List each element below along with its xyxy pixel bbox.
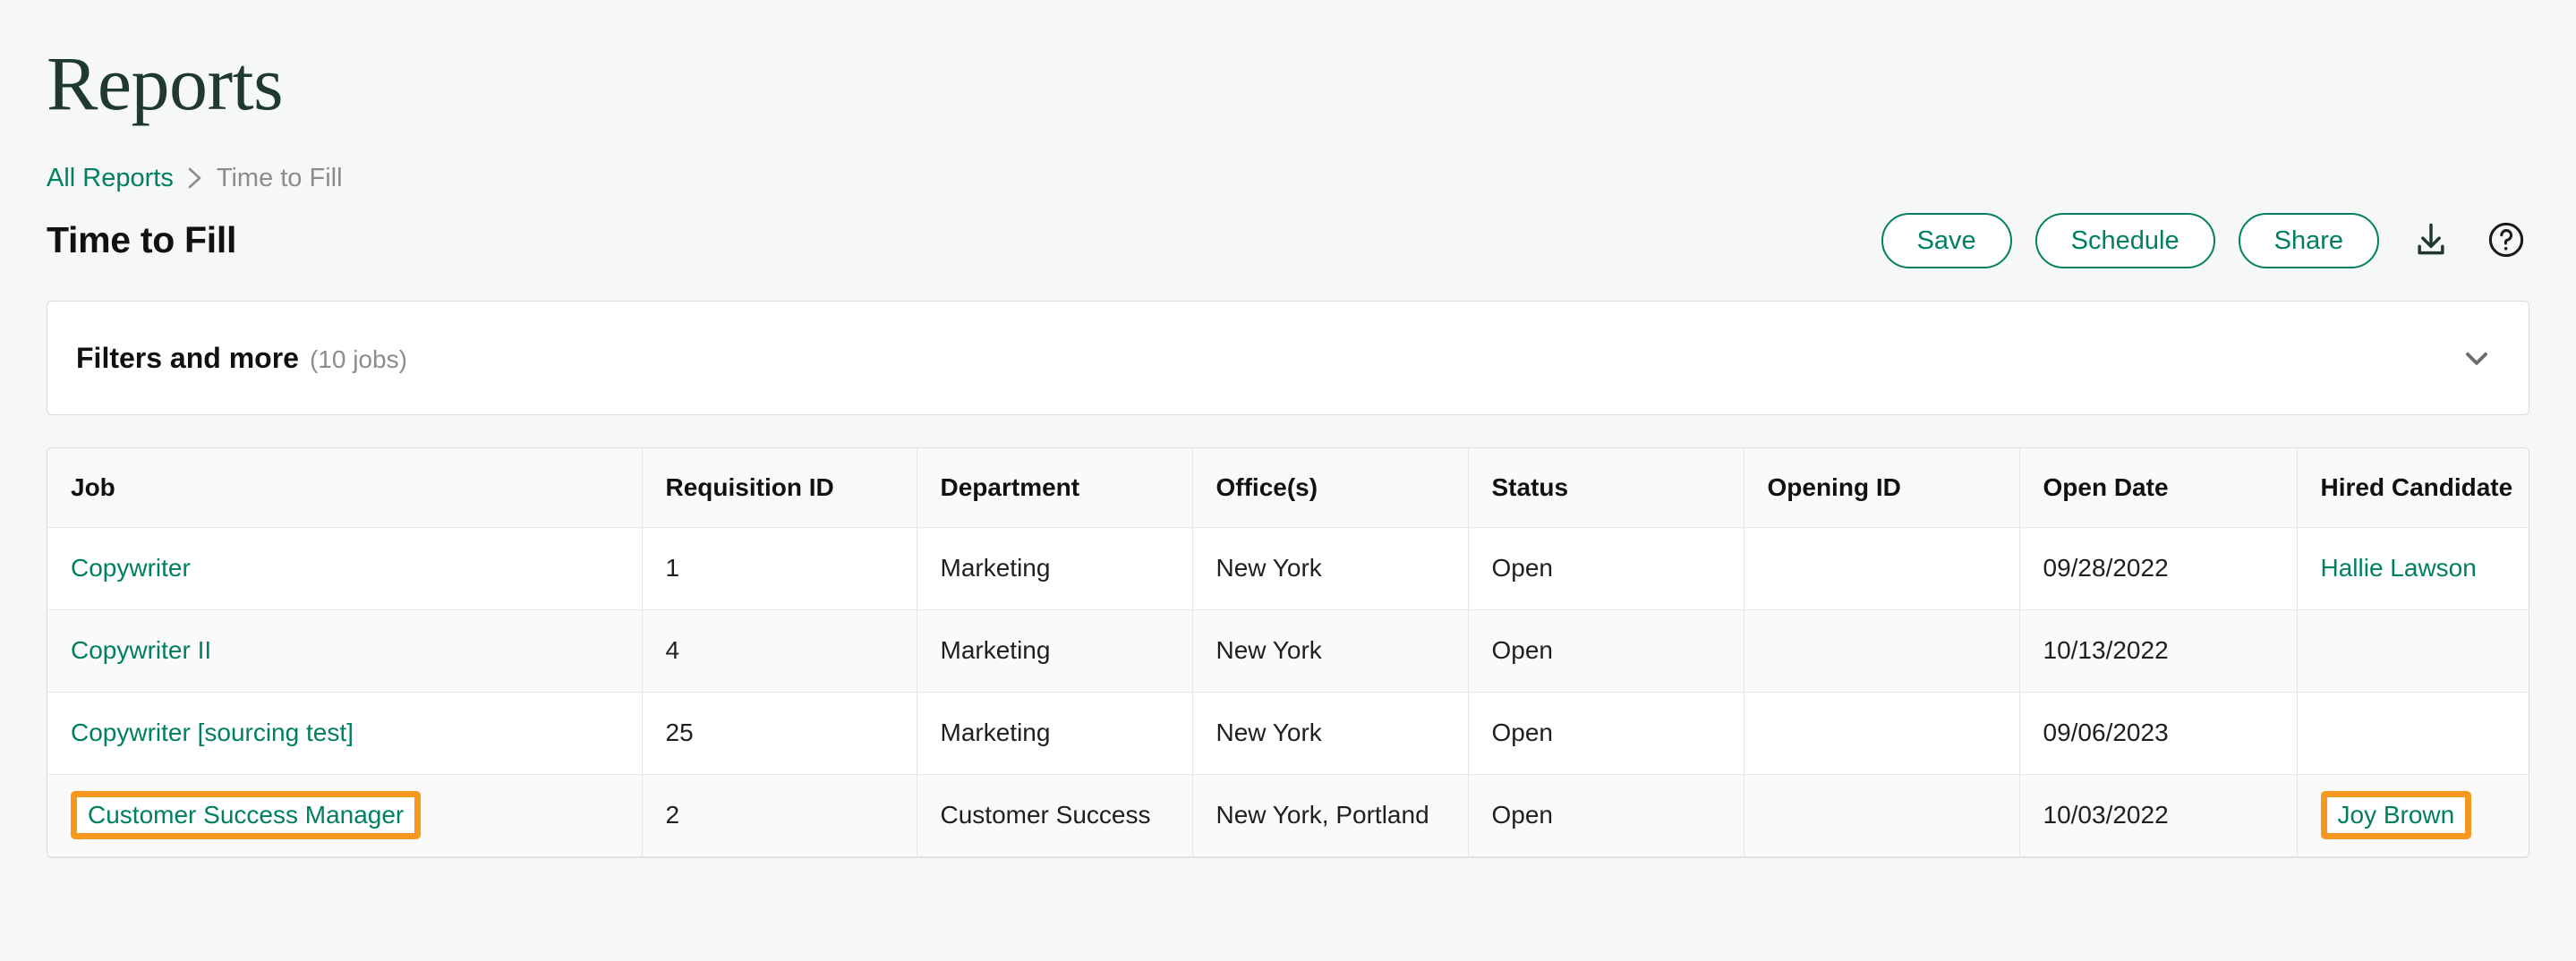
- report-title: Time to Fill: [47, 219, 237, 261]
- cell-status: Open: [1468, 527, 1744, 610]
- cell-status: Open: [1468, 774, 1744, 857]
- breadcrumb-current: Time to Fill: [216, 163, 343, 192]
- download-button[interactable]: [2408, 217, 2454, 264]
- job-link[interactable]: Copywriter [sourcing test]: [71, 719, 354, 746]
- save-button[interactable]: Save: [1881, 213, 2012, 268]
- column-header-requisition-id[interactable]: Requisition ID: [642, 448, 917, 528]
- reports-table-container: Job Requisition ID Department Office(s) …: [47, 447, 2529, 858]
- breadcrumb: All Reports Time to Fill: [47, 165, 2529, 191]
- cell-requisition-id: 2: [642, 774, 917, 857]
- cell-opening-id: [1744, 692, 2020, 775]
- cell-requisition-id: 25: [642, 692, 917, 775]
- hired-candidate-link[interactable]: Hallie Lawson: [2321, 554, 2477, 582]
- column-header-job[interactable]: Job: [47, 448, 643, 528]
- cell-opening-id: [1744, 527, 2020, 610]
- table-body: Copywriter 1 Marketing New York Open 09/…: [47, 527, 2529, 857]
- cell-job: Copywriter II: [47, 609, 643, 693]
- report-actions: Save Schedule Share: [1881, 213, 2529, 268]
- filters-job-count: (10 jobs): [309, 344, 407, 373]
- table-row: Copywriter II 4 Marketing New York Open …: [47, 609, 2529, 693]
- cell-opening-id: [1744, 609, 2020, 693]
- column-header-open-date[interactable]: Open Date: [2019, 448, 2298, 528]
- job-link[interactable]: Customer Success Manager: [88, 801, 404, 829]
- column-header-hired-candidate[interactable]: Hired Candidate: [2297, 448, 2529, 528]
- help-button[interactable]: [2483, 217, 2529, 264]
- cell-requisition-id: 1: [642, 527, 917, 610]
- cell-open-date: 09/06/2023: [2019, 692, 2298, 775]
- page-title: Reports: [47, 40, 284, 126]
- table-header-row: Job Requisition ID Department Office(s) …: [47, 448, 2529, 528]
- download-icon: [2411, 220, 2451, 262]
- reports-page: Reports All Reports Time to Fill Time to…: [0, 0, 2576, 961]
- table-row: Copywriter 1 Marketing New York Open 09/…: [47, 527, 2529, 610]
- cell-opening-id: [1744, 774, 2020, 857]
- cell-job: Customer Success Manager: [47, 774, 643, 857]
- cell-open-date: 10/13/2022: [2019, 609, 2298, 693]
- column-header-opening-id[interactable]: Opening ID: [1744, 448, 2020, 528]
- job-link[interactable]: Copywriter II: [71, 636, 211, 664]
- cell-open-date: 09/28/2022: [2019, 527, 2298, 610]
- filters-label: Filters and more: [76, 341, 299, 374]
- cell-department: Marketing: [917, 692, 1193, 775]
- breadcrumb-all-reports-link[interactable]: All Reports: [47, 165, 174, 191]
- column-header-offices[interactable]: Office(s): [1192, 448, 1469, 528]
- chevron-down-icon[interactable]: [2457, 338, 2496, 378]
- cell-requisition-id: 4: [642, 609, 917, 693]
- filters-panel-heading: Filters and more (10 jobs): [76, 342, 407, 375]
- cell-department: Marketing: [917, 609, 1193, 693]
- cell-department: Customer Success: [917, 774, 1193, 857]
- table-row: Copywriter [sourcing test] 25 Marketing …: [47, 692, 2529, 775]
- cell-status: Open: [1468, 609, 1744, 693]
- help-circle-icon: [2486, 219, 2527, 263]
- cell-offices: New York: [1192, 692, 1469, 775]
- cell-offices: New York: [1192, 527, 1469, 610]
- chevron-right-icon: [186, 165, 204, 191]
- cell-job: Copywriter: [47, 527, 643, 610]
- share-button[interactable]: Share: [2238, 213, 2379, 268]
- hired-candidate-link[interactable]: Joy Brown: [2338, 801, 2455, 829]
- job-link-highlight: Customer Success Manager: [71, 790, 422, 840]
- column-header-department[interactable]: Department: [917, 448, 1193, 528]
- filters-and-more-panel[interactable]: Filters and more (10 jobs): [47, 301, 2529, 415]
- cell-hired-candidate: [2297, 609, 2529, 693]
- cell-hired-candidate: Hallie Lawson: [2297, 527, 2529, 610]
- cell-job: Copywriter [sourcing test]: [47, 692, 643, 775]
- column-header-status[interactable]: Status: [1468, 448, 1744, 528]
- schedule-button[interactable]: Schedule: [2034, 213, 2215, 268]
- cell-open-date: 10/03/2022: [2019, 774, 2298, 857]
- hired-candidate-highlight: Joy Brown: [2320, 790, 2472, 840]
- table-header: Job Requisition ID Department Office(s) …: [47, 448, 2529, 528]
- cell-hired-candidate: [2297, 692, 2529, 775]
- cell-offices: New York, Portland: [1192, 774, 1469, 857]
- job-link[interactable]: Copywriter: [71, 554, 191, 582]
- report-subheader: Time to Fill Save Schedule Share: [47, 213, 2529, 268]
- cell-hired-candidate: Joy Brown: [2297, 774, 2529, 857]
- cell-department: Marketing: [917, 527, 1193, 610]
- table-row: Customer Success Manager 2 Customer Succ…: [47, 774, 2529, 857]
- cell-status: Open: [1468, 692, 1744, 775]
- cell-offices: New York: [1192, 609, 1469, 693]
- time-to-fill-table: Job Requisition ID Department Office(s) …: [47, 448, 2529, 857]
